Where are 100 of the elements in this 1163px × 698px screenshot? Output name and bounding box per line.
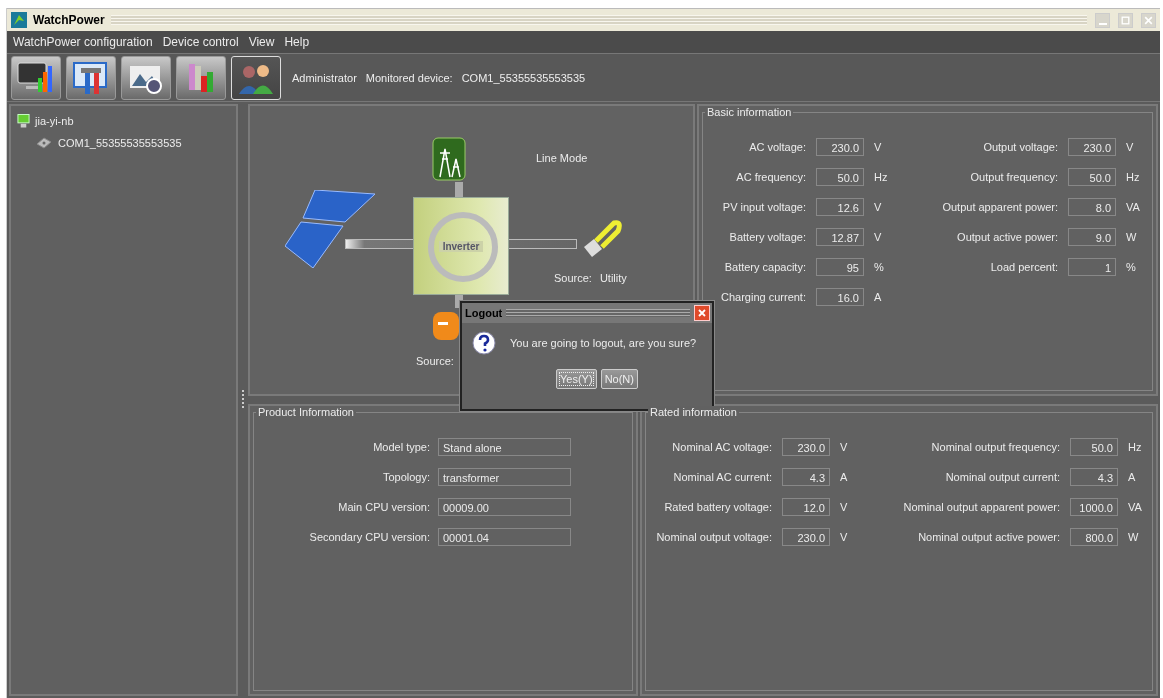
- field-label: Output apparent power:: [941, 201, 1058, 213]
- value-field: 9.0: [1068, 228, 1116, 246]
- users-button[interactable]: [231, 55, 281, 100]
- value-field: 00001.04: [438, 528, 571, 546]
- field-label: Output voltage:: [982, 141, 1058, 153]
- field-label: Nominal output current:: [944, 471, 1060, 483]
- dialog-message: You are going to logout, are you sure?: [510, 337, 697, 349]
- unit-label: W: [1126, 231, 1138, 243]
- monitor-chart-button[interactable]: [11, 55, 61, 100]
- field-label: Nominal AC current:: [672, 471, 772, 483]
- computer-icon: [17, 113, 30, 129]
- menu-item[interactable]: WatchPower configuration: [13, 35, 153, 49]
- mode-label: Line Mode: [536, 152, 588, 164]
- source-value: Utility: [599, 272, 627, 284]
- user-role-label: Administrator: [292, 71, 357, 84]
- unit-label: %: [874, 261, 885, 273]
- minimize-icon: [1098, 23, 1107, 25]
- unit-label: V: [874, 231, 883, 243]
- unit-label: Hz: [1128, 441, 1143, 453]
- unit-label: W: [1128, 531, 1140, 543]
- field-label: Nominal AC voltage:: [671, 441, 772, 453]
- field-label: Nominal output frequency:: [930, 441, 1060, 453]
- value-field: 12.6: [816, 198, 864, 216]
- field-label: Topology:: [381, 471, 430, 483]
- menu-item[interactable]: Help: [284, 35, 310, 49]
- value-field: 50.0: [1068, 168, 1116, 186]
- field-label: AC voltage:: [748, 141, 806, 153]
- field-label: Rated battery voltage:: [663, 501, 772, 513]
- value-field: 230.0: [1068, 138, 1116, 156]
- value-field: 230.0: [782, 528, 830, 546]
- question-icon: [472, 331, 496, 355]
- solar-panel-icon: [285, 190, 375, 268]
- field-label: Battery voltage:: [728, 231, 806, 243]
- value-field: 12.0: [782, 498, 830, 516]
- power-tower-icon: [432, 137, 466, 181]
- panel-title: Product Information: [256, 406, 356, 418]
- field-label: Main CPU version:: [337, 501, 430, 513]
- unit-label: VA: [1128, 501, 1143, 513]
- value-field: 800.0: [1070, 528, 1118, 546]
- unit-label: Hz: [874, 171, 889, 183]
- value-field: 50.0: [816, 168, 864, 186]
- field-label: Model type:: [372, 441, 430, 453]
- value-field: transformer: [438, 468, 571, 486]
- unit-label: V: [1126, 141, 1135, 153]
- close-icon: [697, 308, 707, 318]
- unit-label: Hz: [1126, 171, 1141, 183]
- unit-label: V: [840, 531, 849, 543]
- close-button[interactable]: [694, 305, 710, 321]
- panel-title: Basic information: [705, 106, 794, 118]
- panel-title: Rated information: [648, 406, 739, 418]
- value-field: 4.3: [782, 468, 830, 486]
- value-field: Stand alone: [438, 438, 571, 456]
- value-field: 12.87: [816, 228, 864, 246]
- monitored-device-label: Monitored device:: [365, 71, 453, 84]
- tree-item[interactable]: COM1_55355535553535: [58, 137, 182, 149]
- field-label: Output active power:: [956, 231, 1058, 243]
- value-field: 4.3: [1070, 468, 1118, 486]
- tree-item[interactable]: jia-yi-nb: [35, 115, 74, 127]
- dialog-title: Logout: [465, 307, 503, 319]
- source-label: Source:: [416, 355, 454, 367]
- unit-label: %: [1126, 261, 1137, 273]
- field-label: Load percent:: [989, 261, 1058, 273]
- value-field: 230.0: [816, 138, 864, 156]
- unit-label: A: [874, 291, 883, 303]
- unit-label: A: [1128, 471, 1137, 483]
- source-label: Source:: [554, 272, 592, 284]
- app-logo-icon: [11, 12, 27, 28]
- photo-button[interactable]: [121, 55, 171, 100]
- battery-icon: [433, 312, 459, 340]
- field-label: Charging current:: [720, 291, 806, 303]
- value-field: 1000.0: [1070, 498, 1118, 516]
- menu-item[interactable]: View: [248, 35, 275, 49]
- value-field: 16.0: [816, 288, 864, 306]
- unit-label: V: [840, 441, 849, 453]
- close-icon: [1143, 14, 1154, 26]
- field-label: Nominal output apparent power:: [902, 501, 1060, 513]
- books-chart-button[interactable]: [176, 55, 226, 100]
- menu-item[interactable]: Device control: [162, 35, 239, 49]
- unit-label: VA: [1126, 201, 1141, 213]
- unit-label: V: [874, 201, 883, 213]
- maximize-icon: [1120, 14, 1131, 26]
- serial-port-icon: [35, 136, 53, 150]
- unit-label: V: [874, 141, 883, 153]
- field-label: PV input voltage:: [721, 201, 806, 213]
- value-field: 00009.00: [438, 498, 571, 516]
- field-label: AC frequency:: [735, 171, 806, 183]
- value-field: 230.0: [782, 438, 830, 456]
- value-field: 8.0: [1068, 198, 1116, 216]
- value-field: 50.0: [1070, 438, 1118, 456]
- field-label: Nominal output active power:: [917, 531, 1060, 543]
- value-field: 1: [1068, 258, 1116, 276]
- value-field: 95: [816, 258, 864, 276]
- field-label: Nominal output voltage:: [655, 531, 772, 543]
- field-label: Secondary CPU version:: [308, 531, 430, 543]
- tools-button[interactable]: [66, 55, 116, 100]
- field-label: Battery capacity:: [723, 261, 806, 273]
- unit-label: A: [840, 471, 849, 483]
- inverter-drawing: Inverter: [413, 197, 509, 295]
- field-label: Output frequency:: [969, 171, 1058, 183]
- unit-label: V: [840, 501, 849, 513]
